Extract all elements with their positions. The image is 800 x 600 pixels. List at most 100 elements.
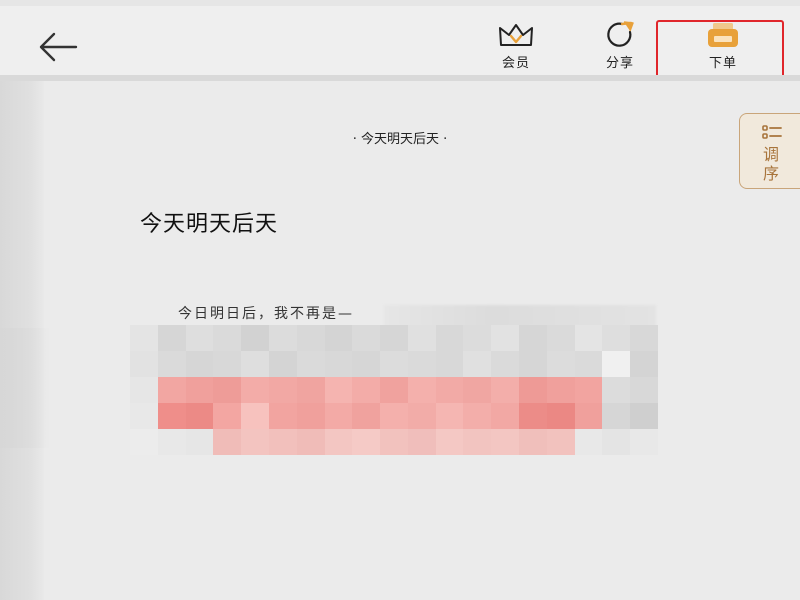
mosaic-cell <box>435 325 464 351</box>
mosaic-cell <box>519 377 547 403</box>
mosaic-cell <box>435 377 464 403</box>
mosaic-cell <box>130 429 158 455</box>
mosaic-cell <box>268 377 297 403</box>
mosaic-cell <box>463 429 492 455</box>
blurred-text-strip <box>384 305 656 327</box>
mosaic-cell <box>157 351 186 377</box>
vip-label: 会员 <box>501 56 530 71</box>
mosaic-cell <box>546 429 575 455</box>
mosaic-cell <box>630 377 658 403</box>
mosaic-cell <box>268 325 297 351</box>
crown-icon <box>499 24 533 46</box>
mosaic-cell <box>157 325 186 351</box>
share-label: 分享 <box>605 56 634 71</box>
mosaic-cell <box>213 351 242 377</box>
mosaic-cell <box>435 403 464 429</box>
mosaic-cell <box>130 351 158 377</box>
mosaic-cell <box>380 403 408 429</box>
mosaic-cell <box>602 429 631 455</box>
vip-button[interactable]: 会员 <box>481 20 551 72</box>
mosaic-cell <box>268 403 297 429</box>
mosaic-cell <box>157 377 186 403</box>
top-toolbar: 会员 分享 下单 <box>0 0 800 78</box>
mosaic-cell <box>491 429 520 455</box>
list-icon <box>762 125 782 139</box>
mosaic-cell <box>185 429 214 455</box>
mosaic-cell <box>407 325 436 351</box>
mosaic-cell <box>130 325 158 351</box>
mosaic-cell <box>185 377 214 403</box>
mosaic-cell <box>435 351 464 377</box>
highlight-frame <box>656 20 784 78</box>
mosaic-cell <box>630 403 658 429</box>
mosaic-cell <box>574 351 603 377</box>
mosaic-cell <box>574 377 603 403</box>
mosaic-cell <box>130 403 158 429</box>
mosaic-cell <box>574 403 603 429</box>
mosaic-cell <box>324 351 353 377</box>
mosaic-cell <box>352 403 381 429</box>
mosaic-grid <box>130 325 658 455</box>
mosaic-cell <box>241 377 269 403</box>
mosaic-cell <box>407 429 436 455</box>
mosaic-cell <box>435 429 464 455</box>
mosaic-cell <box>491 377 520 403</box>
reorder-label-line2: 序 <box>762 164 779 183</box>
mosaic-cell <box>463 351 492 377</box>
mosaic-cell <box>213 377 242 403</box>
running-title: · 今天明天后天 · <box>352 132 448 147</box>
mosaic-cell <box>324 403 353 429</box>
mosaic-cell <box>380 377 408 403</box>
mosaic-cell <box>185 403 214 429</box>
mosaic-cell <box>407 377 436 403</box>
mosaic-cell <box>185 325 214 351</box>
mosaic-cell <box>352 325 381 351</box>
mosaic-cell <box>213 403 242 429</box>
mosaic-cell <box>241 429 269 455</box>
mosaic-cell <box>185 351 214 377</box>
mosaic-cell <box>324 377 353 403</box>
share-button[interactable]: 分享 <box>585 20 655 72</box>
back-button[interactable] <box>36 30 80 64</box>
mosaic-cell <box>324 429 353 455</box>
mosaic-cell <box>296 377 325 403</box>
reorder-label-line1: 调 <box>762 145 779 164</box>
mosaic-cell <box>630 429 658 455</box>
mosaic-cell <box>574 429 603 455</box>
mosaic-cell <box>296 351 325 377</box>
mosaic-cell <box>268 429 297 455</box>
mosaic-cell <box>491 351 520 377</box>
status-bar <box>0 0 800 6</box>
mosaic-cell <box>213 325 242 351</box>
chapter-title: 今天明天后天 <box>140 212 279 237</box>
reorder-tab[interactable]: 调 序 <box>739 113 800 189</box>
mosaic-cell <box>296 429 325 455</box>
mosaic-cell <box>546 403 575 429</box>
mosaic-cell <box>546 351 575 377</box>
mosaic-cell <box>574 325 603 351</box>
mosaic-cell <box>157 403 186 429</box>
mosaic-cell <box>130 377 158 403</box>
reorder-label: 调 序 <box>760 145 782 183</box>
mosaic-cell <box>241 325 269 351</box>
mosaic-cell <box>602 325 631 351</box>
pixelated-redaction <box>130 305 658 455</box>
mosaic-cell <box>491 403 520 429</box>
mosaic-cell <box>213 429 242 455</box>
mosaic-cell <box>241 403 269 429</box>
mosaic-cell <box>602 377 631 403</box>
mosaic-cell <box>602 351 631 377</box>
mosaic-cell <box>519 403 547 429</box>
mosaic-cell <box>407 351 436 377</box>
share-icon <box>607 21 634 47</box>
mosaic-cell <box>380 325 408 351</box>
mosaic-cell <box>491 325 520 351</box>
mosaic-cell <box>296 403 325 429</box>
mosaic-cell <box>352 377 381 403</box>
mosaic-cell <box>630 325 658 351</box>
mosaic-cell <box>352 429 381 455</box>
arrow-left-icon <box>39 32 78 62</box>
mosaic-cell <box>324 325 353 351</box>
mosaic-cell <box>630 351 658 377</box>
mosaic-cell <box>546 325 575 351</box>
